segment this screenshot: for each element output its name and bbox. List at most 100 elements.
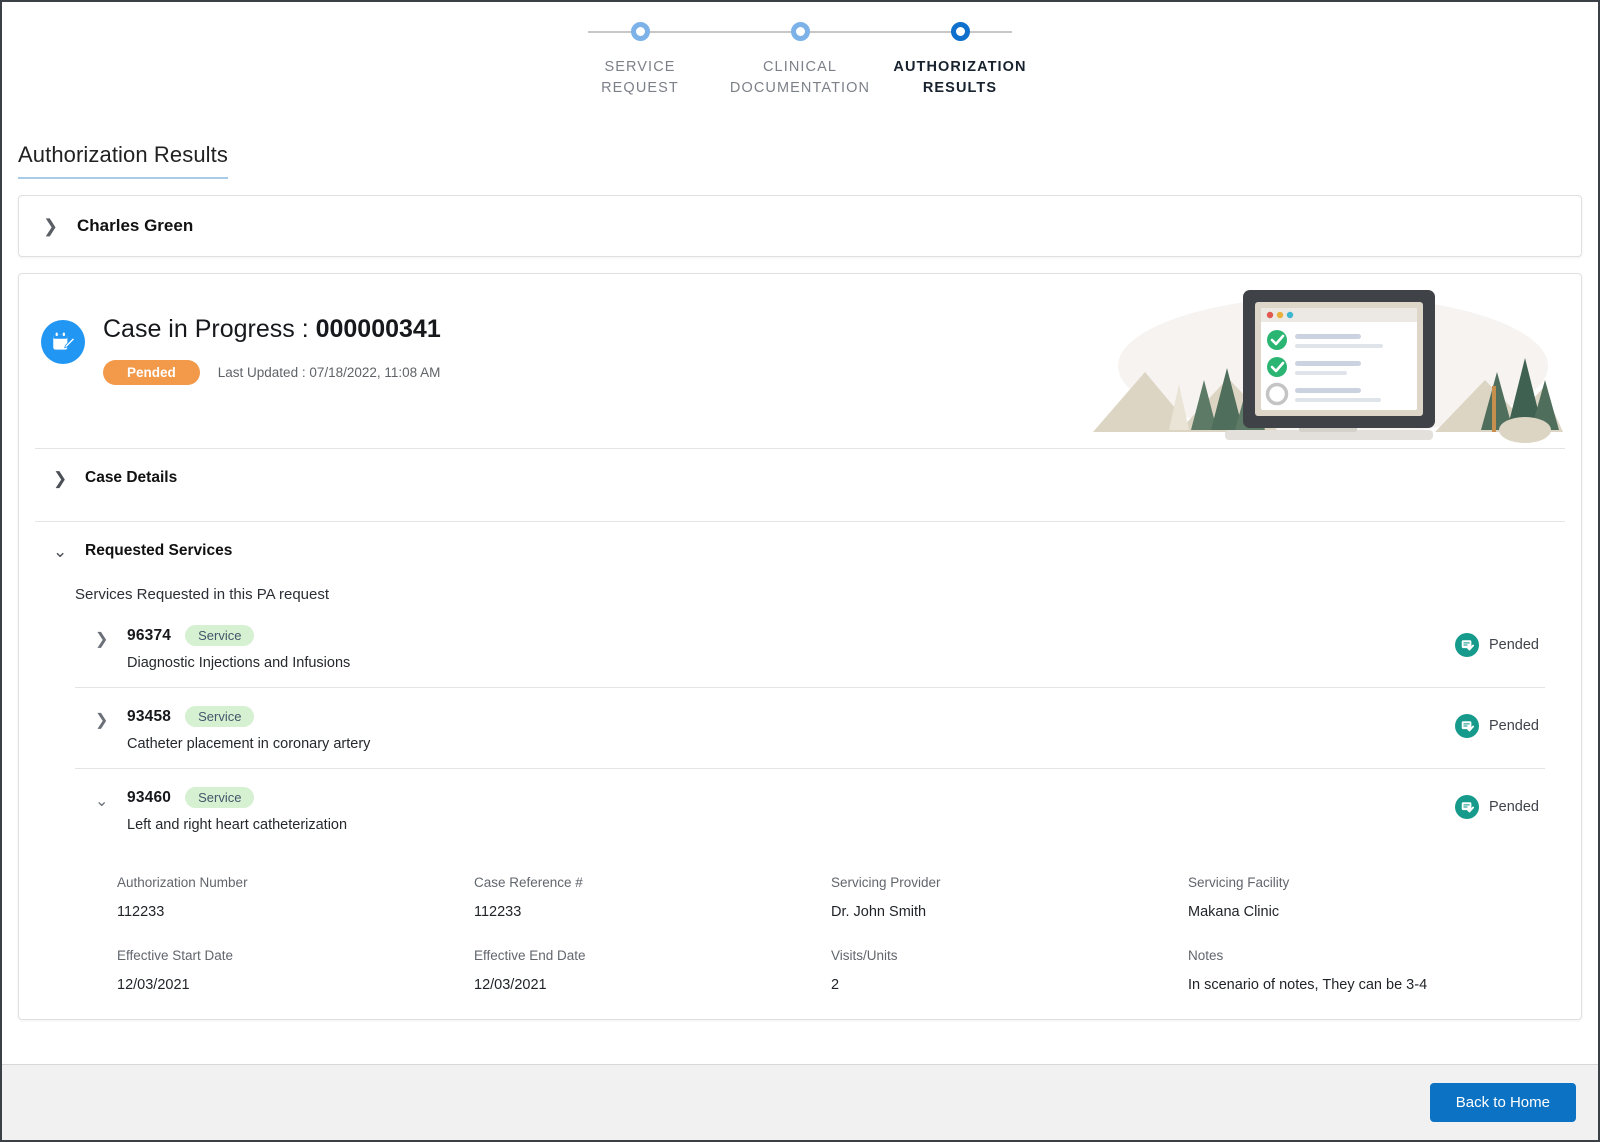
service-status: Pended: [1455, 625, 1539, 657]
service-type-tag: Service: [185, 706, 254, 727]
step-service-request[interactable]: SERVICE REQUEST: [560, 22, 720, 99]
service-type-tag: Service: [185, 787, 254, 808]
service-top: 93460 Service: [127, 787, 1455, 808]
back-to-home-button[interactable]: Back to Home: [1430, 1083, 1576, 1122]
section-requested-services[interactable]: ⌄ Requested Services: [19, 522, 1581, 580]
detail-label: Effective End Date: [474, 948, 831, 963]
detail-case-reference: Case Reference # 112233: [474, 875, 831, 920]
page-title: Authorization Results: [18, 142, 228, 179]
detail-value: 12/03/2021: [117, 977, 377, 993]
step-label: SERVICE REQUEST: [560, 57, 720, 99]
step-label-line2: REQUEST: [560, 78, 720, 99]
case-card: Case in Progress : 000000341 Pended Last…: [18, 273, 1582, 1020]
service-type-tag: Service: [185, 625, 254, 646]
case-header: Case in Progress : 000000341 Pended Last…: [19, 274, 1581, 434]
detail-label: Notes: [1188, 948, 1545, 963]
step-dot-icon: [951, 22, 970, 41]
service-status: Pended: [1455, 787, 1539, 819]
requested-services-subtitle: Services Requested in this PA request: [19, 580, 1581, 603]
laptop-checklist-landscape-illustration: [1083, 280, 1563, 450]
requested-services-body: Services Requested in this PA request ❯ …: [19, 580, 1581, 1019]
detail-value: 12/03/2021: [474, 977, 734, 993]
service-code: 93460: [127, 789, 171, 807]
service-detail-grid: Authorization Number 112233 Case Referen…: [117, 875, 1545, 993]
case-meta: Pended Last Updated : 07/18/2022, 11:08 …: [103, 360, 441, 386]
patient-card[interactable]: ❯ Charles Green: [18, 195, 1582, 257]
patient-name: Charles Green: [77, 216, 193, 236]
step-label-line2: RESULTS: [880, 78, 1040, 99]
detail-effective-end-date: Effective End Date 12/03/2021: [474, 948, 831, 993]
service-code: 96374: [127, 627, 171, 645]
case-header-text: Case in Progress : 000000341 Pended Last…: [103, 316, 441, 385]
services-list: ❯ 96374 Service Diagnostic Injections an…: [19, 625, 1581, 993]
chevron-right-icon[interactable]: ❯: [43, 217, 61, 235]
authorization-results-page: SERVICE REQUEST CLINICAL DOCUMENTATION A…: [0, 0, 1600, 1142]
detail-label: Authorization Number: [117, 875, 474, 890]
service-description: Diagnostic Injections and Infusions: [127, 655, 1455, 671]
case-title: Case in Progress : 000000341: [103, 316, 441, 344]
service-detail-panel: Authorization Number 112233 Case Referen…: [75, 849, 1545, 993]
step-label: AUTHORIZATION RESULTS: [880, 57, 1040, 99]
service-main: 93458 Service Catheter placement in coro…: [127, 706, 1455, 752]
service-status-label: Pended: [1489, 637, 1539, 653]
chevron-down-icon[interactable]: ⌄: [95, 787, 117, 811]
detail-notes: Notes In scenario of notes, They can be …: [1188, 948, 1545, 993]
status-badge: Pended: [103, 360, 200, 386]
detail-value: 112233: [474, 904, 734, 920]
detail-label: Effective Start Date: [117, 948, 474, 963]
service-status-label: Pended: [1489, 718, 1539, 734]
step-label: CLINICAL DOCUMENTATION: [720, 57, 880, 99]
section-case-details[interactable]: ❯ Case Details: [19, 449, 1581, 507]
detail-value: 2: [831, 977, 1091, 993]
service-row[interactable]: ❯ 93458 Service Catheter placement in co…: [75, 688, 1545, 769]
chevron-down-icon[interactable]: ⌄: [53, 543, 71, 560]
step-dot-icon: [631, 22, 650, 41]
detail-value: In scenario of notes, They can be 3-4: [1188, 977, 1448, 993]
document-check-icon: [1455, 795, 1479, 819]
detail-label: Case Reference #: [474, 875, 831, 890]
case-edit-icon: [41, 320, 85, 364]
service-main: 96374 Service Diagnostic Injections and …: [127, 625, 1455, 671]
section-title: Requested Services: [85, 542, 232, 560]
detail-value: Makana Clinic: [1188, 904, 1448, 920]
service-status: Pended: [1455, 706, 1539, 738]
last-updated-text: Last Updated : 07/18/2022, 11:08 AM: [218, 365, 441, 380]
service-status-label: Pended: [1489, 799, 1539, 815]
detail-label: Servicing Facility: [1188, 875, 1545, 890]
chevron-right-icon[interactable]: ❯: [53, 470, 71, 487]
document-check-icon: [1455, 633, 1479, 657]
document-check-icon: [1455, 714, 1479, 738]
service-top: 96374 Service: [127, 625, 1455, 646]
detail-visits-units: Visits/Units 2: [831, 948, 1188, 993]
detail-servicing-provider: Servicing Provider Dr. John Smith: [831, 875, 1188, 920]
chevron-right-icon[interactable]: ❯: [95, 625, 117, 649]
detail-authorization-number: Authorization Number 112233: [117, 875, 474, 920]
service-description: Catheter placement in coronary artery: [127, 736, 1455, 752]
step-dot-icon: [791, 22, 810, 41]
service-code: 93458: [127, 708, 171, 726]
step-authorization-results[interactable]: AUTHORIZATION RESULTS: [880, 22, 1040, 99]
detail-effective-start-date: Effective Start Date 12/03/2021: [117, 948, 474, 993]
step-clinical-documentation[interactable]: CLINICAL DOCUMENTATION: [720, 22, 880, 99]
section-title: Case Details: [85, 469, 177, 487]
detail-value: Dr. John Smith: [831, 904, 1091, 920]
service-row[interactable]: ❯ 96374 Service Diagnostic Injections an…: [75, 625, 1545, 688]
step-label-line1: SERVICE: [560, 57, 720, 78]
service-main: 93460 Service Left and right heart cathe…: [127, 787, 1455, 833]
detail-label: Servicing Provider: [831, 875, 1188, 890]
detail-label: Visits/Units: [831, 948, 1188, 963]
step-label-line1: AUTHORIZATION: [880, 57, 1040, 78]
service-row[interactable]: ⌄ 93460 Service Left and right heart cat…: [75, 769, 1545, 849]
case-title-prefix: Case in Progress :: [103, 315, 316, 343]
step-label-line1: CLINICAL: [720, 57, 880, 78]
service-top: 93458 Service: [127, 706, 1455, 727]
detail-servicing-facility: Servicing Facility Makana Clinic: [1188, 875, 1545, 920]
case-number: 000000341: [316, 315, 441, 343]
chevron-right-icon[interactable]: ❯: [95, 706, 117, 730]
service-description: Left and right heart catheterization: [127, 817, 1455, 833]
detail-value: 112233: [117, 904, 377, 920]
step-label-line2: DOCUMENTATION: [720, 78, 880, 99]
footer-bar: Back to Home: [2, 1064, 1598, 1140]
page-title-container: Authorization Results: [2, 120, 1598, 179]
progress-stepper: SERVICE REQUEST CLINICAL DOCUMENTATION A…: [2, 2, 1598, 120]
